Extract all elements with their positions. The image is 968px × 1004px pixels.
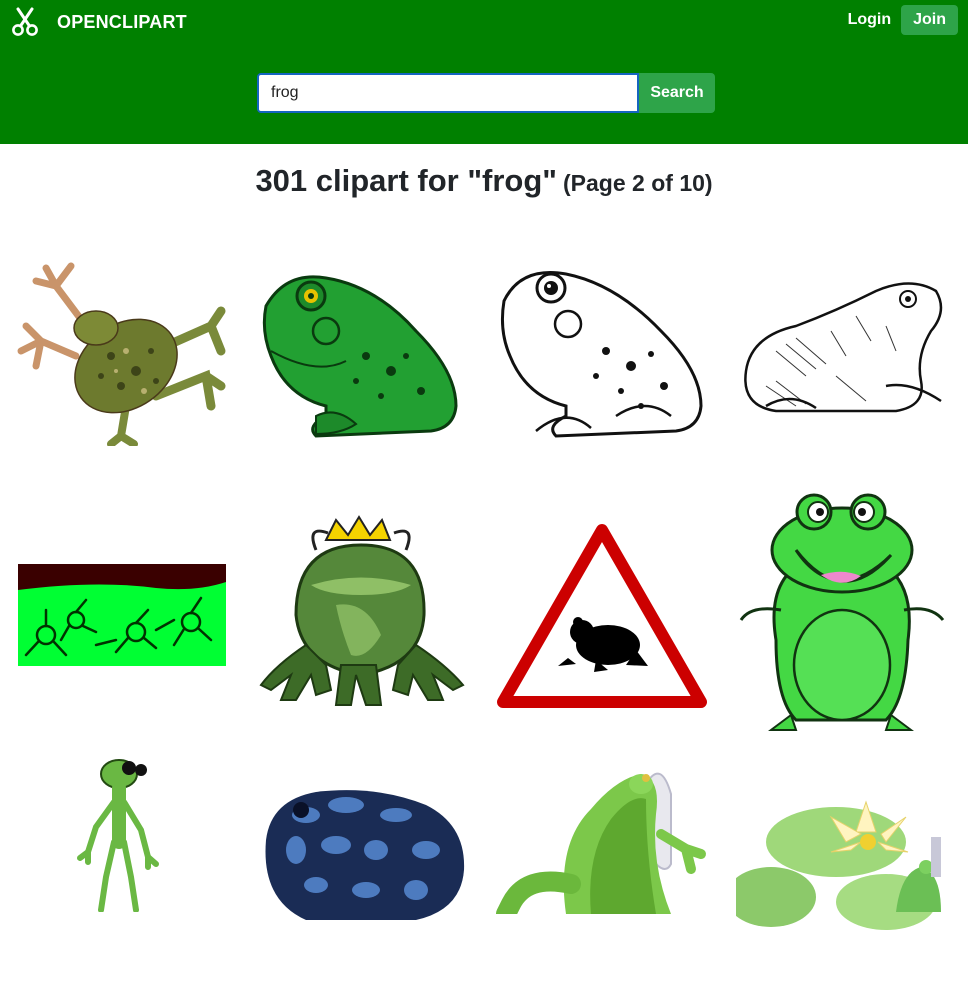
frog-prince-image <box>259 515 465 706</box>
spotted-tree-frog-image <box>17 262 226 446</box>
results-count-title: 301 clipart for "frog" <box>255 163 558 198</box>
clipart-item[interactable] <box>16 754 228 1004</box>
brand-link[interactable]: OPENCLIPART <box>10 6 187 38</box>
search-form: Search <box>257 73 715 113</box>
frog-on-lily-pad-image <box>736 800 941 930</box>
clipart-item[interactable] <box>496 226 708 476</box>
happy-cartoon-frog-image <box>739 493 945 731</box>
nav-right: Login Join <box>848 5 958 35</box>
clipart-item[interactable] <box>256 490 468 740</box>
blue-poison-dart-frog-image <box>265 790 465 920</box>
search-button[interactable]: Search <box>639 73 715 113</box>
tall-thin-frog-image <box>77 759 159 912</box>
clipart-item[interactable] <box>256 754 468 1004</box>
clipart-item[interactable] <box>736 490 948 740</box>
scissors-icon <box>12 7 38 36</box>
login-link[interactable]: Login <box>848 11 892 29</box>
join-button[interactable]: Join <box>901 5 958 35</box>
clipart-item[interactable] <box>736 226 948 476</box>
green-frog-back-view-image <box>496 772 706 914</box>
green-bullfrog-image <box>262 275 458 438</box>
frogs-banner-image <box>18 564 226 666</box>
search-input[interactable] <box>257 73 639 113</box>
clipart-item[interactable] <box>736 754 948 1004</box>
top-navbar: OPENCLIPART Login Join Search <box>0 0 968 144</box>
clipart-item[interactable] <box>496 754 708 1004</box>
clipart-item[interactable] <box>256 226 468 476</box>
bullfrog-line-drawing-image <box>501 271 703 438</box>
brand-name: OPENCLIPART <box>57 11 187 32</box>
frog-warning-sign-image <box>497 524 707 708</box>
clipart-item[interactable] <box>16 226 228 476</box>
sketched-toad-image <box>744 282 943 413</box>
clipart-grid <box>16 226 952 1004</box>
clipart-item[interactable] <box>496 490 708 740</box>
clipart-item[interactable] <box>16 490 228 740</box>
results-heading: 301 clipart for "frog" (Page 2 of 10) <box>0 162 968 199</box>
page-info: (Page 2 of 10) <box>563 170 713 196</box>
